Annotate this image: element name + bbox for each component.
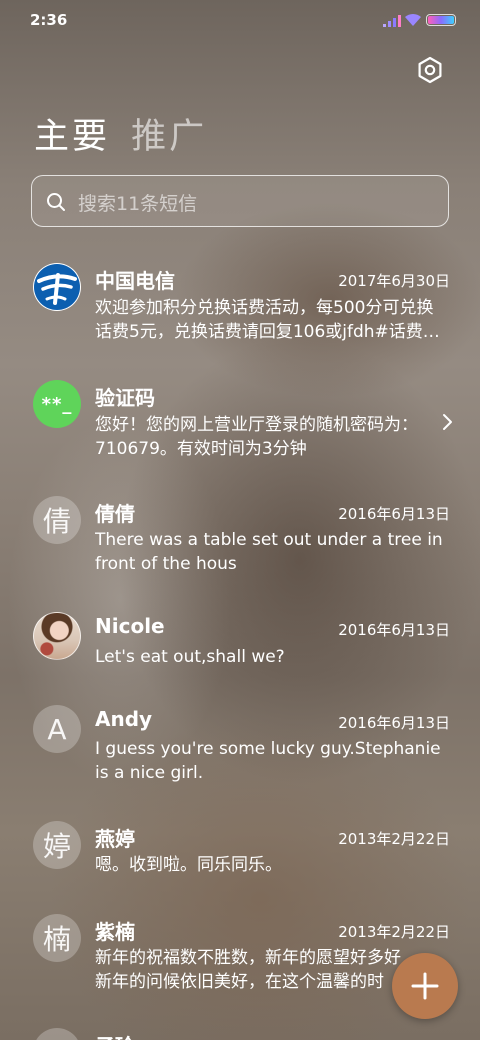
signal-icon xyxy=(383,15,401,27)
conversation-preview-line2: 话费5元，兑换话费请回复106或jfdh#话费… xyxy=(95,322,440,342)
tab-bar: 主要 推广 xyxy=(34,108,223,158)
conversation-preview-line1: There was a table set out under a tree i… xyxy=(95,530,443,550)
avatar xyxy=(33,1028,81,1040)
conversation-name: 倩倩 xyxy=(95,502,135,526)
conversation-date: 2016年6月13日 xyxy=(338,621,450,639)
conversation-preview-line2: is a nice girl. xyxy=(95,763,204,783)
avatar: 楠 xyxy=(33,914,81,962)
conversation-item[interactable]: A Andy 2016年6月13日 I guess you're some lu… xyxy=(0,705,480,801)
conversation-name: Nicole xyxy=(95,614,165,638)
plus-icon xyxy=(411,972,439,1000)
conversation-preview-line1: 嗯。收到啦。同乐同乐。 xyxy=(95,855,282,875)
search-placeholder: 搜索11条短信 xyxy=(78,193,198,215)
battery-icon xyxy=(426,14,456,26)
conversation-item[interactable]: 子玲 xyxy=(0,1028,480,1040)
china-telecom-logo xyxy=(33,263,81,311)
settings-icon[interactable] xyxy=(416,56,444,84)
avatar: 倩 xyxy=(33,496,81,544)
avatar: A xyxy=(33,705,81,753)
conversation-name: 子玲 xyxy=(95,1030,135,1040)
conversation-preview-line2: front of the hous xyxy=(95,554,237,574)
avatar-text: **_ xyxy=(41,393,73,415)
conversation-preview-line2: 710679。有效时间为3分钟 xyxy=(95,439,307,459)
conversation-item[interactable]: **_ 验证码 您好！您的网上营业厅登录的随机密码为： 710679。有效时间为… xyxy=(0,380,480,476)
conversation-name: 燕婷 xyxy=(95,827,135,851)
avatar-photo xyxy=(33,612,81,660)
conversation-item[interactable]: 中国电信 2017年6月30日 欢迎参加积分兑换话费活动，每500分可兑换 话费… xyxy=(0,262,480,358)
conversation-name: Andy xyxy=(95,707,153,731)
conversation-date: 2013年2月22日 xyxy=(338,923,450,941)
conversation-preview-line1: I guess you're some lucky guy.Stephanie xyxy=(95,739,441,759)
conversation-preview-line1: 您好！您的网上营业厅登录的随机密码为： xyxy=(95,415,418,435)
conversation-preview-line1: Let's eat out,shall we? xyxy=(95,647,285,667)
chevron-right-icon[interactable] xyxy=(440,412,454,432)
conversation-name: 验证码 xyxy=(95,386,155,410)
new-message-button[interactable] xyxy=(392,953,458,1019)
conversation-date: 2017年6月30日 xyxy=(338,272,450,290)
conversation-item[interactable]: 婷 燕婷 2013年2月22日 嗯。收到啦。同乐同乐。 xyxy=(0,821,480,893)
wifi-icon xyxy=(405,13,421,26)
conversation-date: 2016年6月13日 xyxy=(338,714,450,732)
conversation-date: 2016年6月13日 xyxy=(338,505,450,523)
conversation-item[interactable]: 倩 倩倩 2016年6月13日 There was a table set ou… xyxy=(0,496,480,592)
search-icon xyxy=(47,193,65,211)
search-input[interactable]: 搜索11条短信 xyxy=(31,175,449,227)
conversation-name: 紫楠 xyxy=(95,920,135,944)
status-time: 2:36 xyxy=(30,11,68,29)
conversation-item[interactable]: Nicole 2016年6月13日 Let's eat out,shall we… xyxy=(0,612,480,684)
avatar: 婷 xyxy=(33,821,81,869)
tab-promotions[interactable]: 推广 xyxy=(131,108,207,159)
tab-primary[interactable]: 主要 xyxy=(34,108,110,159)
conversation-date: 2013年2月22日 xyxy=(338,830,450,848)
conversation-preview-line1: 欢迎参加积分兑换话费活动，每500分可兑换 xyxy=(95,298,434,318)
conversation-name: 中国电信 xyxy=(95,269,175,293)
verification-code-avatar: **_ xyxy=(33,380,81,428)
status-bar: 2:36 xyxy=(0,0,480,40)
